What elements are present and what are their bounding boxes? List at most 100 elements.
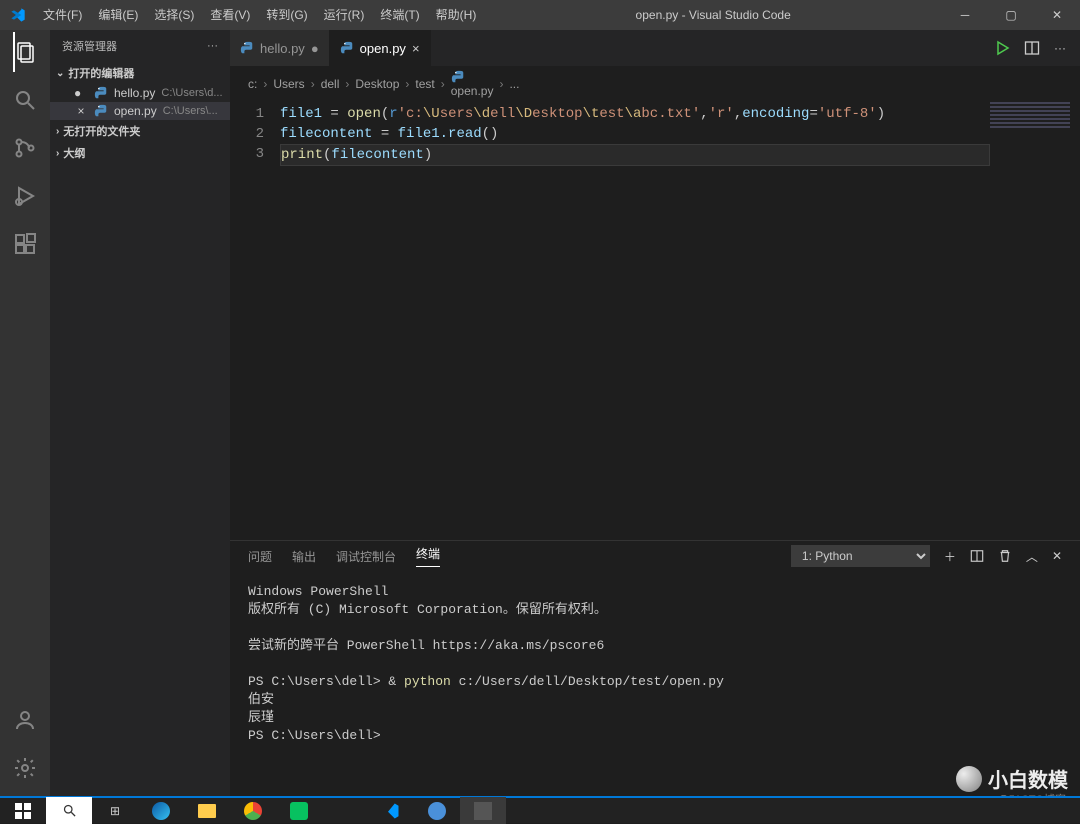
split-editor-icon[interactable] <box>1024 40 1040 56</box>
wechat-taskbar-icon[interactable] <box>276 797 322 824</box>
menu-item[interactable]: 转到(G) <box>258 0 315 30</box>
panel-tabs: 问题 输出 调试控制台 终端 1: Python ＋ ︿ ✕ <box>230 541 1080 567</box>
close-tab-icon[interactable]: × <box>412 41 420 56</box>
menu-item[interactable]: 终端(T) <box>372 0 427 30</box>
chevron-right-icon: › <box>311 77 315 91</box>
close-panel-icon[interactable]: ✕ <box>1052 549 1062 563</box>
outline-section[interactable]: › 大纲 <box>50 142 230 164</box>
app-icon-3[interactable] <box>460 797 506 824</box>
app-icon-2[interactable] <box>414 797 460 824</box>
split-terminal-icon[interactable] <box>970 549 984 563</box>
terminal-output[interactable]: Windows PowerShell 版权所有 (C) Microsoft Co… <box>230 567 1080 796</box>
task-view-icon[interactable]: ⊞ <box>92 797 138 824</box>
activity-bar <box>0 30 50 796</box>
breadcrumb-segment[interactable]: dell <box>321 77 340 91</box>
explorer-icon[interactable] <box>13 40 37 64</box>
dirty-indicator-icon: ● <box>311 41 319 56</box>
source-control-icon[interactable] <box>13 136 37 160</box>
minimize-button[interactable]: ─ <box>942 0 988 30</box>
app-icon[interactable] <box>322 797 368 824</box>
tab-label: hello.py <box>260 41 305 56</box>
editor-tab[interactable]: open.py × <box>330 30 431 66</box>
breadcrumb-segment[interactable]: Desktop <box>355 77 399 91</box>
file-path: C:\Users\... <box>163 105 218 117</box>
debug-console-tab[interactable]: 调试控制台 <box>336 548 396 565</box>
breadcrumb-segment[interactable]: c: <box>248 77 257 91</box>
tab-actions: ··· <box>994 40 1080 56</box>
code-content[interactable]: file1 = open(r'c:\Users\dell\Desktop\tes… <box>280 102 990 540</box>
python-file-icon <box>240 41 254 55</box>
file-path: C:\Users\d... <box>161 87 222 99</box>
maximize-button[interactable]: ▢ <box>988 0 1034 30</box>
bottom-panel: 问题 输出 调试控制台 终端 1: Python ＋ ︿ ✕ <box>230 540 1080 796</box>
breadcrumb-segment[interactable]: test <box>415 77 434 91</box>
windows-taskbar[interactable]: ⊞ <box>0 796 1080 823</box>
file-name: open.py <box>114 104 157 118</box>
vscode-taskbar-icon[interactable] <box>368 797 414 824</box>
explorer-sidebar: 资源管理器 ··· ⌄ 打开的编辑器 ● hello.py C:\Users\d.… <box>50 30 230 796</box>
editor-area: hello.py ● open.py × ··· c: › Users › dell › Desk… <box>230 30 1080 796</box>
tab-label: open.py <box>360 41 406 56</box>
run-debug-icon[interactable] <box>13 184 37 208</box>
breadcrumb[interactable]: c:›Users›dell›Desktop›test› open.py›... <box>230 66 1080 102</box>
code-editor[interactable]: 123 file1 = open(r'c:\Users\dell\Desktop… <box>230 102 1080 540</box>
breadcrumb-segment[interactable]: ... <box>509 77 519 91</box>
close-file-icon[interactable]: × <box>74 104 88 118</box>
chevron-down-icon: ⌄ <box>56 68 64 79</box>
menu-item[interactable]: 选择(S) <box>146 0 202 30</box>
breadcrumb-segment[interactable]: Users <box>273 77 304 91</box>
dirty-indicator-icon: ● <box>74 86 88 100</box>
chevron-right-icon: › <box>345 77 349 91</box>
chevron-right-icon: › <box>56 148 59 159</box>
start-menu-icon[interactable] <box>0 797 46 824</box>
file-name: hello.py <box>114 86 155 100</box>
extensions-icon[interactable] <box>13 232 37 256</box>
window-controls: ─ ▢ ✕ <box>942 0 1080 30</box>
python-file-icon <box>340 41 354 55</box>
chevron-right-icon: › <box>441 77 445 91</box>
chrome-icon[interactable] <box>230 797 276 824</box>
sidebar-header: 资源管理器 ··· <box>50 30 230 62</box>
edge-icon[interactable] <box>138 797 184 824</box>
close-button[interactable]: ✕ <box>1034 0 1080 30</box>
menu-item[interactable]: 帮助(H) <box>428 0 485 30</box>
minimap[interactable] <box>990 102 1070 540</box>
main-area: 资源管理器 ··· ⌄ 打开的编辑器 ● hello.py C:\Users\d.… <box>0 30 1080 796</box>
file-entry[interactable]: × open.py C:\Users\... <box>50 102 230 120</box>
terminal-tab[interactable]: 终端 <box>416 545 440 567</box>
new-terminal-icon[interactable]: ＋ <box>944 548 956 565</box>
menu-item[interactable]: 查看(V) <box>202 0 258 30</box>
output-tab[interactable]: 输出 <box>292 548 316 565</box>
breadcrumb-segment[interactable]: open.py <box>451 70 494 98</box>
taskbar-search-icon[interactable] <box>46 797 92 824</box>
no-folder-label: 无打开的文件夹 <box>63 123 140 139</box>
titlebar: 文件(F)编辑(E)选择(S)查看(V)转到(G)运行(R)终端(T)帮助(H)… <box>0 0 1080 30</box>
terminal-selector[interactable]: 1: Python <box>791 545 930 567</box>
accounts-icon[interactable] <box>13 708 37 732</box>
menu-bar: 文件(F)编辑(E)选择(S)查看(V)转到(G)运行(R)终端(T)帮助(H) <box>35 0 484 30</box>
menu-item[interactable]: 运行(R) <box>316 0 373 30</box>
editor-more-icon[interactable]: ··· <box>1054 41 1066 55</box>
search-icon[interactable] <box>13 88 37 112</box>
menu-item[interactable]: 编辑(E) <box>90 0 146 30</box>
sidebar-title: 资源管理器 <box>62 38 117 54</box>
menu-item[interactable]: 文件(F) <box>35 0 90 30</box>
no-folder-section[interactable]: › 无打开的文件夹 <box>50 120 230 142</box>
vscode-logo-icon <box>0 7 35 23</box>
sidebar-more-icon[interactable]: ··· <box>207 40 218 52</box>
open-editors-section[interactable]: ⌄ 打开的编辑器 <box>50 62 230 84</box>
watermark: 小白数模 <box>956 764 1068 793</box>
file-entry[interactable]: ● hello.py C:\Users\d... <box>50 84 230 102</box>
maximize-panel-icon[interactable]: ︿ <box>1026 548 1038 565</box>
settings-gear-icon[interactable] <box>13 756 37 780</box>
python-file-icon <box>94 86 108 100</box>
window-title: open.py - Visual Studio Code <box>484 8 942 22</box>
chevron-right-icon: › <box>56 126 59 137</box>
editor-tab[interactable]: hello.py ● <box>230 30 330 66</box>
chevron-right-icon: › <box>499 77 503 91</box>
file-explorer-icon[interactable] <box>184 797 230 824</box>
run-file-icon[interactable] <box>994 40 1010 56</box>
problems-tab[interactable]: 问题 <box>248 548 272 565</box>
editor-tabs: hello.py ● open.py × ··· <box>230 30 1080 66</box>
kill-terminal-icon[interactable] <box>998 549 1012 563</box>
